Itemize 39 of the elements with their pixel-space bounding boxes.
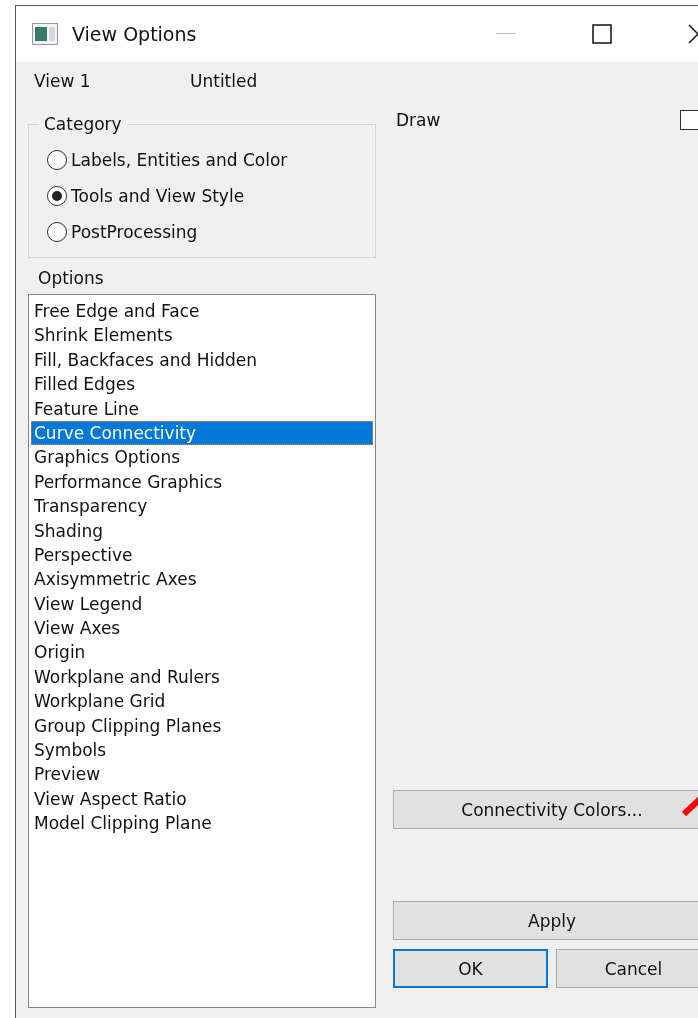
list-item[interactable]: Performance Graphics <box>31 469 373 495</box>
cancel-button[interactable]: Cancel <box>556 949 698 988</box>
list-item[interactable]: Group Clipping Planes <box>31 713 373 739</box>
list-item[interactable]: Shrink Elements <box>31 323 373 348</box>
apply-button[interactable]: Apply <box>393 901 698 940</box>
window-title: View Options <box>72 23 198 45</box>
draw-checkbox[interactable] <box>680 110 698 130</box>
list-item[interactable]: Filled Edges <box>31 372 373 397</box>
draw-label: Draw <box>396 110 441 130</box>
list-item[interactable]: View Axes <box>31 616 373 641</box>
annotation-line <box>682 796 698 816</box>
app-icon <box>32 23 58 45</box>
radio-option[interactable]: Labels, Entities and Color <box>47 147 375 172</box>
list-item[interactable]: Transparency <box>31 494 373 519</box>
options-label: Options <box>38 268 105 288</box>
list-item[interactable]: Workplane Grid <box>31 689 373 714</box>
ok-button[interactable]: OK <box>393 949 548 988</box>
view-label: View 1 <box>34 71 92 91</box>
view-name: Untitled <box>190 71 258 91</box>
list-item[interactable]: View Legend <box>31 591 373 617</box>
list-item[interactable]: Axisymmetric Axes <box>31 567 373 592</box>
maximize-icon[interactable] <box>592 24 612 44</box>
list-item[interactable]: Workplane and Rulers <box>31 664 373 690</box>
list-item[interactable]: Free Edge and Face <box>31 299 373 324</box>
list-item[interactable]: Model Clipping Plane <box>31 811 373 836</box>
list-item[interactable]: View Aspect Ratio <box>31 786 373 812</box>
list-item[interactable]: Feature Line <box>31 396 373 421</box>
list-item[interactable]: Perspective <box>31 542 373 568</box>
connectivity-colors-button[interactable]: Connectivity Colors... <box>393 790 698 829</box>
list-item[interactable]: Graphics Options <box>31 445 373 470</box>
list-item[interactable]: Fill, Backfaces and Hidden <box>31 347 373 373</box>
list-item[interactable]: Origin <box>31 640 373 665</box>
list-item[interactable]: Curve Connectivity <box>31 420 373 446</box>
radio-option[interactable]: Tools and View Style <box>47 183 375 208</box>
list-item[interactable]: Symbols <box>31 738 373 763</box>
category-title: Category <box>39 114 127 134</box>
radio-option[interactable]: PostProcessing <box>47 219 375 244</box>
list-item[interactable]: Preview <box>31 762 373 787</box>
list-item[interactable]: Shading <box>31 518 373 543</box>
